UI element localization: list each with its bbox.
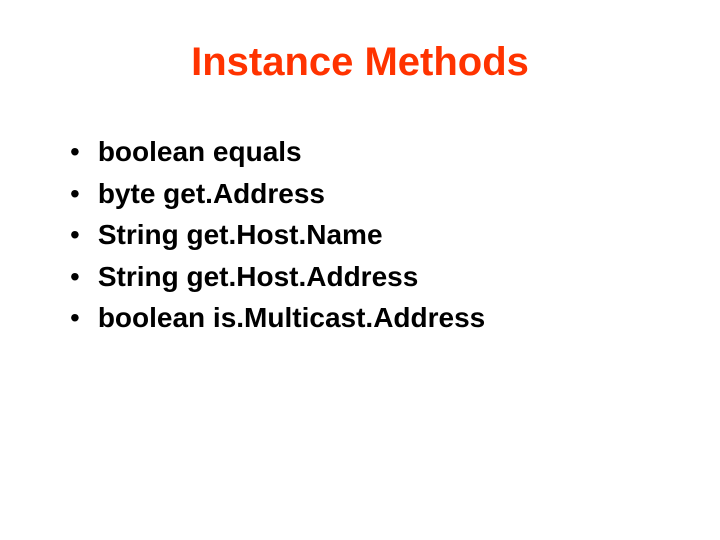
bullet-icon: •	[70, 218, 80, 252]
list-item: • boolean equals	[70, 135, 670, 169]
bullet-icon: •	[70, 177, 80, 211]
bullet-icon: •	[70, 301, 80, 335]
list-item: • String get.Host.Address	[70, 260, 670, 294]
bullet-text: boolean is.Multicast.Address	[98, 301, 485, 335]
list-item: • String get.Host.Name	[70, 218, 670, 252]
bullet-icon: •	[70, 135, 80, 169]
bullet-text: boolean equals	[98, 135, 302, 169]
slide-title: Instance Methods	[50, 40, 670, 85]
list-item: • byte get.Address	[70, 177, 670, 211]
list-item: • boolean is.Multicast.Address	[70, 301, 670, 335]
bullet-icon: •	[70, 260, 80, 294]
bullet-text: String get.Host.Address	[98, 260, 418, 294]
bullet-text: String get.Host.Name	[98, 218, 383, 252]
bullet-list: • boolean equals • byte get.Address • St…	[50, 135, 670, 335]
bullet-text: byte get.Address	[98, 177, 325, 211]
